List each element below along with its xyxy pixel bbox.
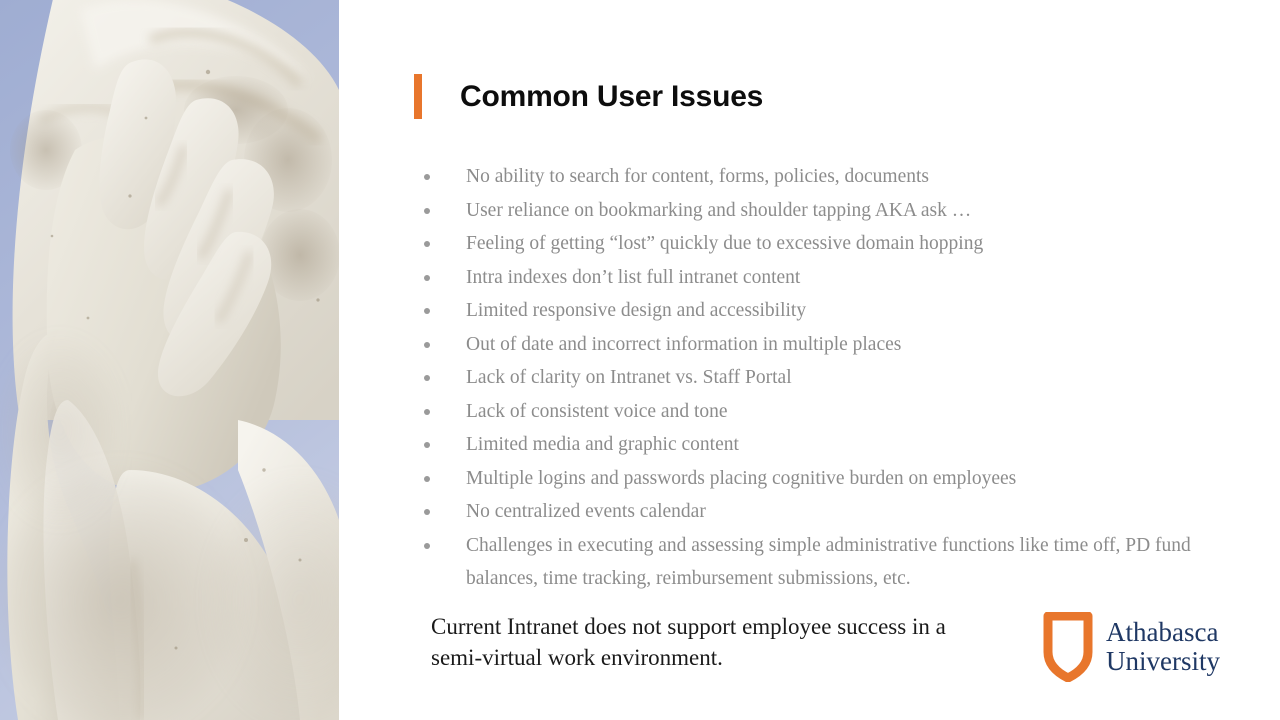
logo-wordmark: Athabasca University (1106, 618, 1220, 676)
list-item-label: Challenges in executing and assessing si… (466, 534, 1191, 590)
list-item-label: No ability to search for content, forms,… (466, 166, 930, 187)
shield-icon (1043, 612, 1093, 682)
bullet-icon (424, 308, 430, 314)
title-accent-bar (414, 74, 422, 119)
bullet-icon (424, 341, 430, 348)
list-item: No centralized events calendar (424, 495, 1244, 529)
list-item: No ability to search for content, forms,… (424, 160, 1244, 194)
bullet-icon (424, 442, 430, 448)
list-item-label: No centralized events calendar (466, 501, 706, 522)
bullet-icon (424, 207, 430, 214)
statue-photo (0, 0, 339, 720)
list-item: User reliance on bookmarking and shoulde… (424, 194, 1244, 228)
bullet-icon (424, 408, 430, 415)
list-item: Lack of clarity on Intranet vs. Staff Po… (424, 361, 1244, 395)
athabasca-university-logo: Athabasca University (1042, 612, 1220, 682)
bullet-icon (424, 509, 430, 515)
list-item: Out of date and incorrect information in… (424, 328, 1244, 362)
list-item-label: Limited media and graphic content (466, 434, 739, 455)
list-item: Challenges in executing and assessing si… (424, 529, 1244, 596)
list-item-label: Limited responsive design and accessibil… (466, 300, 807, 321)
logo-line-2: University (1106, 646, 1220, 676)
bullet-icon (424, 542, 430, 549)
list-item-label: User reliance on bookmarking and shoulde… (466, 199, 972, 221)
list-item-label: Lack of consistent voice and tone (466, 400, 728, 422)
bullet-icon (424, 274, 430, 281)
list-item: Lack of consistent voice and tone (424, 395, 1244, 429)
slide: Common User Issues No ability to search … (0, 0, 1280, 720)
issues-list: No ability to search for content, forms,… (424, 160, 1244, 596)
logo-line-1: Athabasca (1106, 617, 1219, 647)
list-item-label: Multiple logins and passwords placing co… (466, 467, 1017, 489)
bullet-icon (424, 241, 430, 247)
list-item-label: Intra indexes don’t list full intranet c… (466, 266, 801, 288)
list-item-label: Feeling of getting “lost” quickly due to… (466, 233, 984, 254)
slide-content: Common User Issues No ability to search … (339, 0, 1280, 720)
list-item: Limited media and graphic content (424, 428, 1244, 462)
page-title: Common User Issues (460, 79, 764, 113)
bullet-icon (424, 174, 430, 180)
list-item: Limited responsive design and accessibil… (424, 294, 1244, 328)
list-item-label: Out of date and incorrect information in… (466, 333, 902, 355)
list-item: Intra indexes don’t list full intranet c… (424, 261, 1244, 295)
title-row: Common User Issues (414, 74, 763, 119)
bullet-icon (424, 475, 430, 482)
list-item: Feeling of getting “lost” quickly due to… (424, 227, 1244, 261)
list-item-label: Lack of clarity on Intranet vs. Staff Po… (466, 367, 792, 388)
bullet-icon (424, 375, 430, 381)
list-item: Multiple logins and passwords placing co… (424, 462, 1244, 496)
conclusion-statement: Current Intranet does not support employ… (431, 614, 946, 670)
